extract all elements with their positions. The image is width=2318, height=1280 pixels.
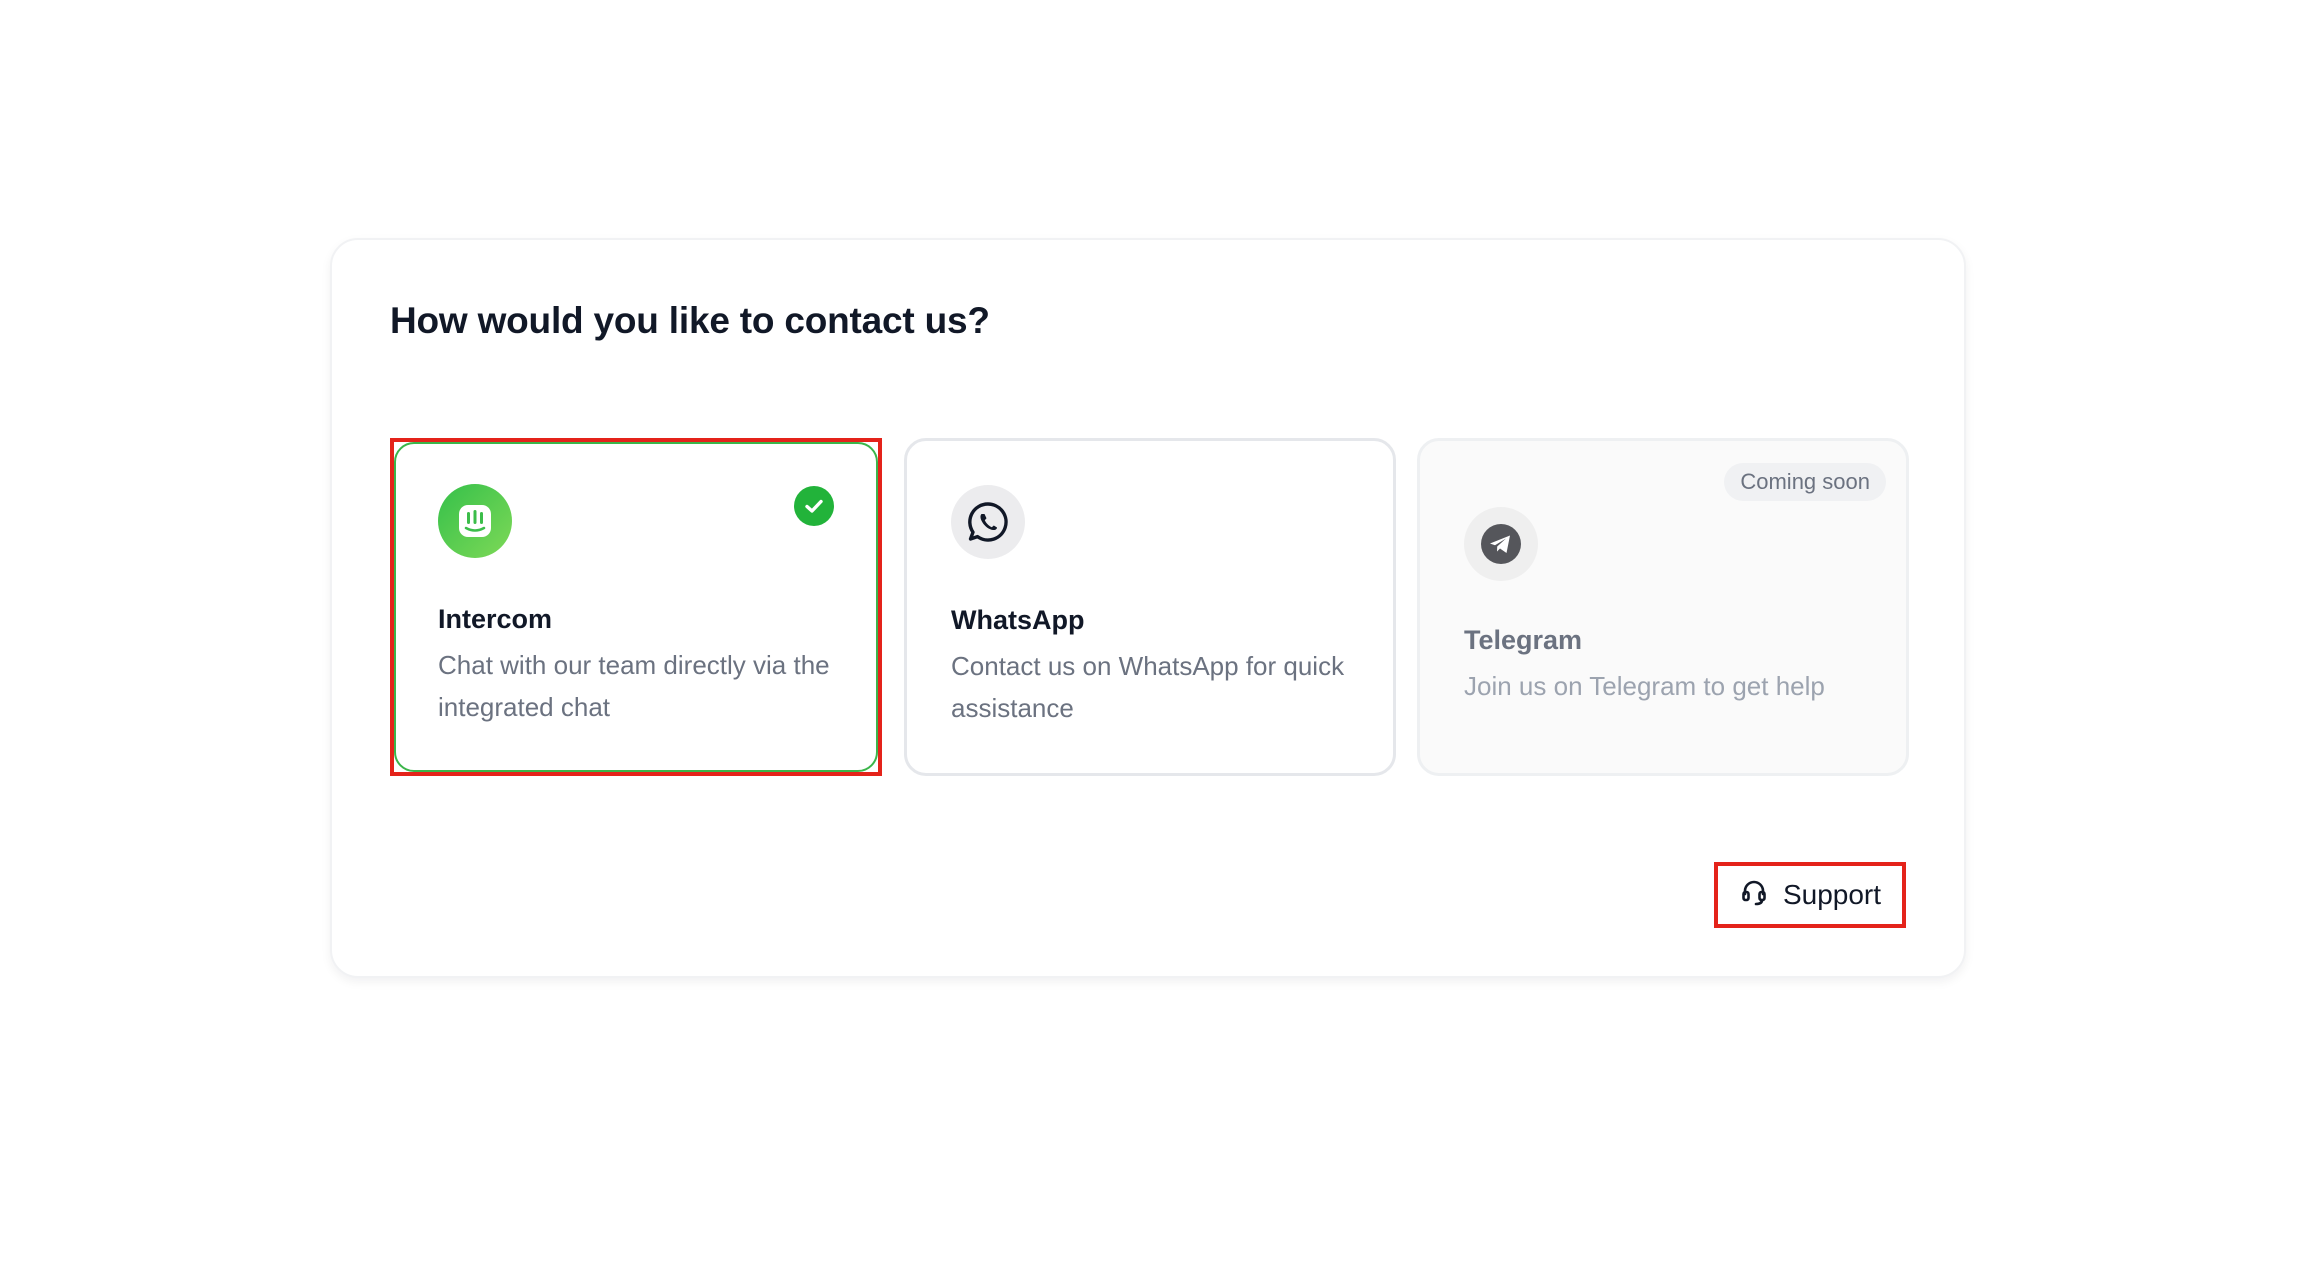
- coming-soon-badge: Coming soon: [1724, 463, 1886, 501]
- headset-icon: [1739, 877, 1769, 914]
- intercom-icon: [438, 484, 512, 558]
- option-title: Intercom: [438, 604, 553, 634]
- option-description: Contact us on WhatsApp for quick assista…: [951, 651, 1345, 723]
- contact-option-whatsapp[interactable]: WhatsApp Contact us on WhatsApp for quic…: [904, 438, 1396, 776]
- option-title: WhatsApp: [951, 605, 1085, 635]
- option-description: Join us on Telegram to get help: [1464, 671, 1825, 701]
- contact-panel: How would you like to contact us? Interc…: [330, 238, 1966, 978]
- contact-option-intercom[interactable]: Intercom Chat with our team directly via…: [390, 438, 882, 776]
- support-button[interactable]: Support: [1714, 862, 1906, 928]
- selected-check-icon: [794, 486, 834, 526]
- option-description: Chat with our team directly via the inte…: [438, 650, 830, 722]
- whatsapp-icon: [951, 485, 1025, 559]
- page-title: How would you like to contact us?: [390, 300, 990, 341]
- option-title: Telegram: [1464, 625, 1583, 655]
- contact-option-telegram: Coming soon Telegram Join us on Telegram…: [1417, 438, 1909, 776]
- support-label: Support: [1782, 879, 1882, 910]
- telegram-icon: [1464, 507, 1538, 581]
